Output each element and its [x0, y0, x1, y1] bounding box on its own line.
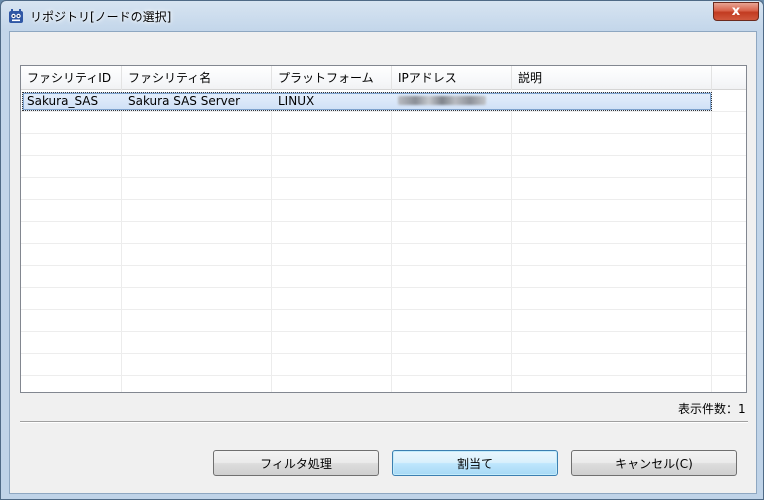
column-header-description[interactable]: 説明: [512, 66, 712, 90]
close-button[interactable]: x: [713, 2, 759, 21]
table-row: [21, 156, 746, 178]
table-row: [21, 244, 746, 266]
table-row: [21, 266, 746, 288]
table-header: ファシリティID ファシリティ名 プラットフォーム IPアドレス 説明: [21, 66, 746, 90]
column-header-platform[interactable]: プラットフォーム: [272, 66, 392, 90]
table-row: [21, 310, 746, 332]
column-header-facility-id[interactable]: ファシリティID: [21, 66, 122, 90]
title-bar[interactable]: リポジトリ[ノードの選択] x: [1, 1, 763, 31]
repository-icon: [9, 9, 23, 23]
dialog-client-area: ファシリティID ファシリティ名 プラットフォーム IPアドレス 説明 Saku…: [9, 31, 757, 494]
redacted-ip-address: [398, 96, 486, 105]
window-title: リポジトリ[ノードの選択]: [30, 10, 172, 24]
separator: [20, 421, 748, 423]
cell-ip-address: [392, 90, 512, 112]
table-row: [21, 354, 746, 376]
table-row: [21, 288, 746, 310]
cell-description: [512, 90, 712, 112]
table-row: [21, 200, 746, 222]
cell-facility-name: Sakura SAS Server: [128, 94, 241, 108]
dialog-window: リポジトリ[ノードの選択] x ファシリティID ファシリティ名 プラットフォー…: [0, 0, 764, 500]
cancel-button[interactable]: キャンセル(C): [571, 450, 737, 476]
cell-facility-id: Sakura_SAS: [27, 94, 99, 108]
assign-button[interactable]: 割当て: [392, 450, 558, 476]
node-table[interactable]: ファシリティID ファシリティ名 プラットフォーム IPアドレス 説明 Saku…: [20, 65, 747, 393]
column-header-ip-address[interactable]: IPアドレス: [392, 66, 512, 90]
filter-button[interactable]: フィルタ処理: [213, 450, 379, 476]
table-row[interactable]: Sakura_SAS Sakura SAS Server LINUX: [21, 90, 746, 112]
table-row: [21, 178, 746, 200]
display-count-label: 表示件数：1: [678, 402, 746, 416]
cell-platform: LINUX: [278, 94, 315, 108]
table-row: [21, 332, 746, 354]
table-row: [21, 134, 746, 156]
column-header-filler: [712, 66, 746, 90]
table-row: [21, 112, 746, 134]
table-row: [21, 222, 746, 244]
close-icon: x: [731, 4, 741, 19]
table-row: [21, 376, 746, 392]
column-header-facility-name[interactable]: ファシリティ名: [122, 66, 272, 90]
